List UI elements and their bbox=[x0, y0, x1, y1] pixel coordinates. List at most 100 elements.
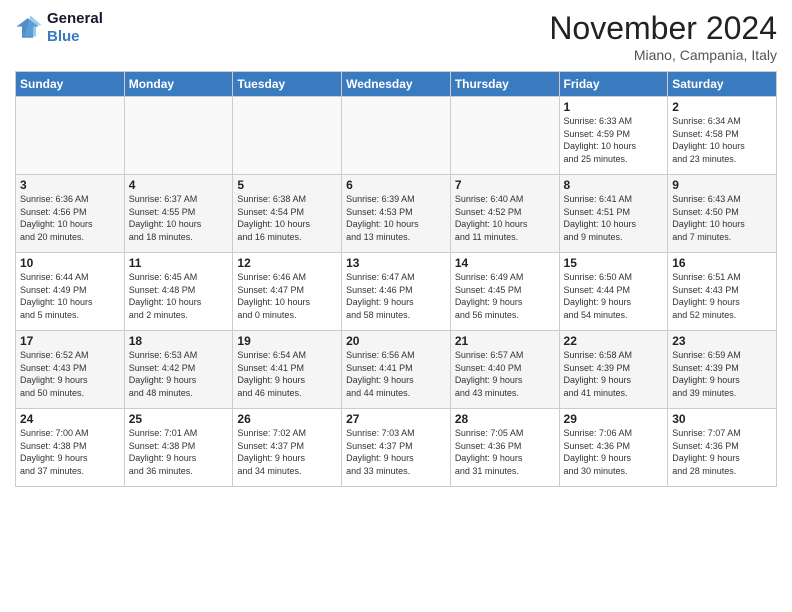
day-number: 13 bbox=[346, 256, 446, 270]
calendar-cell: 25Sunrise: 7:01 AM Sunset: 4:38 PM Dayli… bbox=[124, 409, 233, 487]
logo-icon bbox=[15, 14, 43, 42]
calendar-cell: 20Sunrise: 6:56 AM Sunset: 4:41 PM Dayli… bbox=[342, 331, 451, 409]
calendar-cell: 17Sunrise: 6:52 AM Sunset: 4:43 PM Dayli… bbox=[16, 331, 125, 409]
location: Miano, Campania, Italy bbox=[549, 47, 777, 63]
day-info: Sunrise: 6:49 AM Sunset: 4:45 PM Dayligh… bbox=[455, 271, 555, 321]
day-number: 20 bbox=[346, 334, 446, 348]
calendar-cell: 3Sunrise: 6:36 AM Sunset: 4:56 PM Daylig… bbox=[16, 175, 125, 253]
calendar-cell: 21Sunrise: 6:57 AM Sunset: 4:40 PM Dayli… bbox=[450, 331, 559, 409]
header-row: Sunday Monday Tuesday Wednesday Thursday… bbox=[16, 72, 777, 97]
calendar-cell: 8Sunrise: 6:41 AM Sunset: 4:51 PM Daylig… bbox=[559, 175, 668, 253]
day-number: 22 bbox=[564, 334, 664, 348]
month-title: November 2024 bbox=[549, 10, 777, 47]
day-info: Sunrise: 6:52 AM Sunset: 4:43 PM Dayligh… bbox=[20, 349, 120, 399]
day-info: Sunrise: 6:40 AM Sunset: 4:52 PM Dayligh… bbox=[455, 193, 555, 243]
day-number: 9 bbox=[672, 178, 772, 192]
week-row-2: 3Sunrise: 6:36 AM Sunset: 4:56 PM Daylig… bbox=[16, 175, 777, 253]
day-info: Sunrise: 6:45 AM Sunset: 4:48 PM Dayligh… bbox=[129, 271, 229, 321]
day-info: Sunrise: 7:05 AM Sunset: 4:36 PM Dayligh… bbox=[455, 427, 555, 477]
day-info: Sunrise: 6:37 AM Sunset: 4:55 PM Dayligh… bbox=[129, 193, 229, 243]
calendar-cell: 29Sunrise: 7:06 AM Sunset: 4:36 PM Dayli… bbox=[559, 409, 668, 487]
day-number: 3 bbox=[20, 178, 120, 192]
day-info: Sunrise: 6:50 AM Sunset: 4:44 PM Dayligh… bbox=[564, 271, 664, 321]
day-info: Sunrise: 6:36 AM Sunset: 4:56 PM Dayligh… bbox=[20, 193, 120, 243]
calendar-cell: 16Sunrise: 6:51 AM Sunset: 4:43 PM Dayli… bbox=[668, 253, 777, 331]
day-info: Sunrise: 7:00 AM Sunset: 4:38 PM Dayligh… bbox=[20, 427, 120, 477]
calendar-cell: 11Sunrise: 6:45 AM Sunset: 4:48 PM Dayli… bbox=[124, 253, 233, 331]
day-info: Sunrise: 6:51 AM Sunset: 4:43 PM Dayligh… bbox=[672, 271, 772, 321]
logo: General Blue bbox=[15, 10, 103, 46]
logo-text: General Blue bbox=[47, 10, 103, 46]
day-info: Sunrise: 6:38 AM Sunset: 4:54 PM Dayligh… bbox=[237, 193, 337, 243]
col-sunday: Sunday bbox=[16, 72, 125, 97]
day-number: 4 bbox=[129, 178, 229, 192]
week-row-3: 10Sunrise: 6:44 AM Sunset: 4:49 PM Dayli… bbox=[16, 253, 777, 331]
calendar-cell: 28Sunrise: 7:05 AM Sunset: 4:36 PM Dayli… bbox=[450, 409, 559, 487]
day-number: 10 bbox=[20, 256, 120, 270]
day-info: Sunrise: 6:58 AM Sunset: 4:39 PM Dayligh… bbox=[564, 349, 664, 399]
day-info: Sunrise: 6:46 AM Sunset: 4:47 PM Dayligh… bbox=[237, 271, 337, 321]
day-number: 14 bbox=[455, 256, 555, 270]
day-number: 30 bbox=[672, 412, 772, 426]
calendar-cell bbox=[342, 97, 451, 175]
day-info: Sunrise: 6:47 AM Sunset: 4:46 PM Dayligh… bbox=[346, 271, 446, 321]
calendar-cell: 27Sunrise: 7:03 AM Sunset: 4:37 PM Dayli… bbox=[342, 409, 451, 487]
day-number: 28 bbox=[455, 412, 555, 426]
header: General Blue November 2024 Miano, Campan… bbox=[15, 10, 777, 63]
day-info: Sunrise: 6:57 AM Sunset: 4:40 PM Dayligh… bbox=[455, 349, 555, 399]
col-tuesday: Tuesday bbox=[233, 72, 342, 97]
calendar-cell: 22Sunrise: 6:58 AM Sunset: 4:39 PM Dayli… bbox=[559, 331, 668, 409]
calendar-cell bbox=[16, 97, 125, 175]
day-number: 19 bbox=[237, 334, 337, 348]
col-saturday: Saturday bbox=[668, 72, 777, 97]
calendar-cell: 19Sunrise: 6:54 AM Sunset: 4:41 PM Dayli… bbox=[233, 331, 342, 409]
day-info: Sunrise: 6:39 AM Sunset: 4:53 PM Dayligh… bbox=[346, 193, 446, 243]
week-row-4: 17Sunrise: 6:52 AM Sunset: 4:43 PM Dayli… bbox=[16, 331, 777, 409]
day-number: 7 bbox=[455, 178, 555, 192]
calendar-cell: 26Sunrise: 7:02 AM Sunset: 4:37 PM Dayli… bbox=[233, 409, 342, 487]
day-info: Sunrise: 6:59 AM Sunset: 4:39 PM Dayligh… bbox=[672, 349, 772, 399]
day-number: 24 bbox=[20, 412, 120, 426]
calendar-cell: 5Sunrise: 6:38 AM Sunset: 4:54 PM Daylig… bbox=[233, 175, 342, 253]
day-number: 12 bbox=[237, 256, 337, 270]
day-info: Sunrise: 7:03 AM Sunset: 4:37 PM Dayligh… bbox=[346, 427, 446, 477]
calendar-cell: 30Sunrise: 7:07 AM Sunset: 4:36 PM Dayli… bbox=[668, 409, 777, 487]
week-row-5: 24Sunrise: 7:00 AM Sunset: 4:38 PM Dayli… bbox=[16, 409, 777, 487]
col-thursday: Thursday bbox=[450, 72, 559, 97]
col-monday: Monday bbox=[124, 72, 233, 97]
calendar-cell: 9Sunrise: 6:43 AM Sunset: 4:50 PM Daylig… bbox=[668, 175, 777, 253]
day-info: Sunrise: 7:06 AM Sunset: 4:36 PM Dayligh… bbox=[564, 427, 664, 477]
calendar-cell: 10Sunrise: 6:44 AM Sunset: 4:49 PM Dayli… bbox=[16, 253, 125, 331]
day-number: 1 bbox=[564, 100, 664, 114]
calendar-cell: 24Sunrise: 7:00 AM Sunset: 4:38 PM Dayli… bbox=[16, 409, 125, 487]
calendar-cell bbox=[124, 97, 233, 175]
day-number: 18 bbox=[129, 334, 229, 348]
day-number: 29 bbox=[564, 412, 664, 426]
calendar-table: Sunday Monday Tuesday Wednesday Thursday… bbox=[15, 71, 777, 487]
title-block: November 2024 Miano, Campania, Italy bbox=[549, 10, 777, 63]
day-info: Sunrise: 7:01 AM Sunset: 4:38 PM Dayligh… bbox=[129, 427, 229, 477]
day-number: 27 bbox=[346, 412, 446, 426]
day-number: 25 bbox=[129, 412, 229, 426]
day-number: 5 bbox=[237, 178, 337, 192]
calendar-cell: 1Sunrise: 6:33 AM Sunset: 4:59 PM Daylig… bbox=[559, 97, 668, 175]
calendar-cell bbox=[233, 97, 342, 175]
calendar-cell: 14Sunrise: 6:49 AM Sunset: 4:45 PM Dayli… bbox=[450, 253, 559, 331]
calendar-cell: 6Sunrise: 6:39 AM Sunset: 4:53 PM Daylig… bbox=[342, 175, 451, 253]
day-number: 15 bbox=[564, 256, 664, 270]
day-number: 2 bbox=[672, 100, 772, 114]
day-info: Sunrise: 7:02 AM Sunset: 4:37 PM Dayligh… bbox=[237, 427, 337, 477]
calendar-cell: 13Sunrise: 6:47 AM Sunset: 4:46 PM Dayli… bbox=[342, 253, 451, 331]
calendar-cell: 15Sunrise: 6:50 AM Sunset: 4:44 PM Dayli… bbox=[559, 253, 668, 331]
page: General Blue November 2024 Miano, Campan… bbox=[0, 0, 792, 612]
calendar-cell: 2Sunrise: 6:34 AM Sunset: 4:58 PM Daylig… bbox=[668, 97, 777, 175]
day-info: Sunrise: 6:44 AM Sunset: 4:49 PM Dayligh… bbox=[20, 271, 120, 321]
day-info: Sunrise: 6:56 AM Sunset: 4:41 PM Dayligh… bbox=[346, 349, 446, 399]
day-number: 8 bbox=[564, 178, 664, 192]
col-friday: Friday bbox=[559, 72, 668, 97]
day-number: 16 bbox=[672, 256, 772, 270]
col-wednesday: Wednesday bbox=[342, 72, 451, 97]
day-info: Sunrise: 6:33 AM Sunset: 4:59 PM Dayligh… bbox=[564, 115, 664, 165]
day-info: Sunrise: 6:41 AM Sunset: 4:51 PM Dayligh… bbox=[564, 193, 664, 243]
calendar-cell: 23Sunrise: 6:59 AM Sunset: 4:39 PM Dayli… bbox=[668, 331, 777, 409]
